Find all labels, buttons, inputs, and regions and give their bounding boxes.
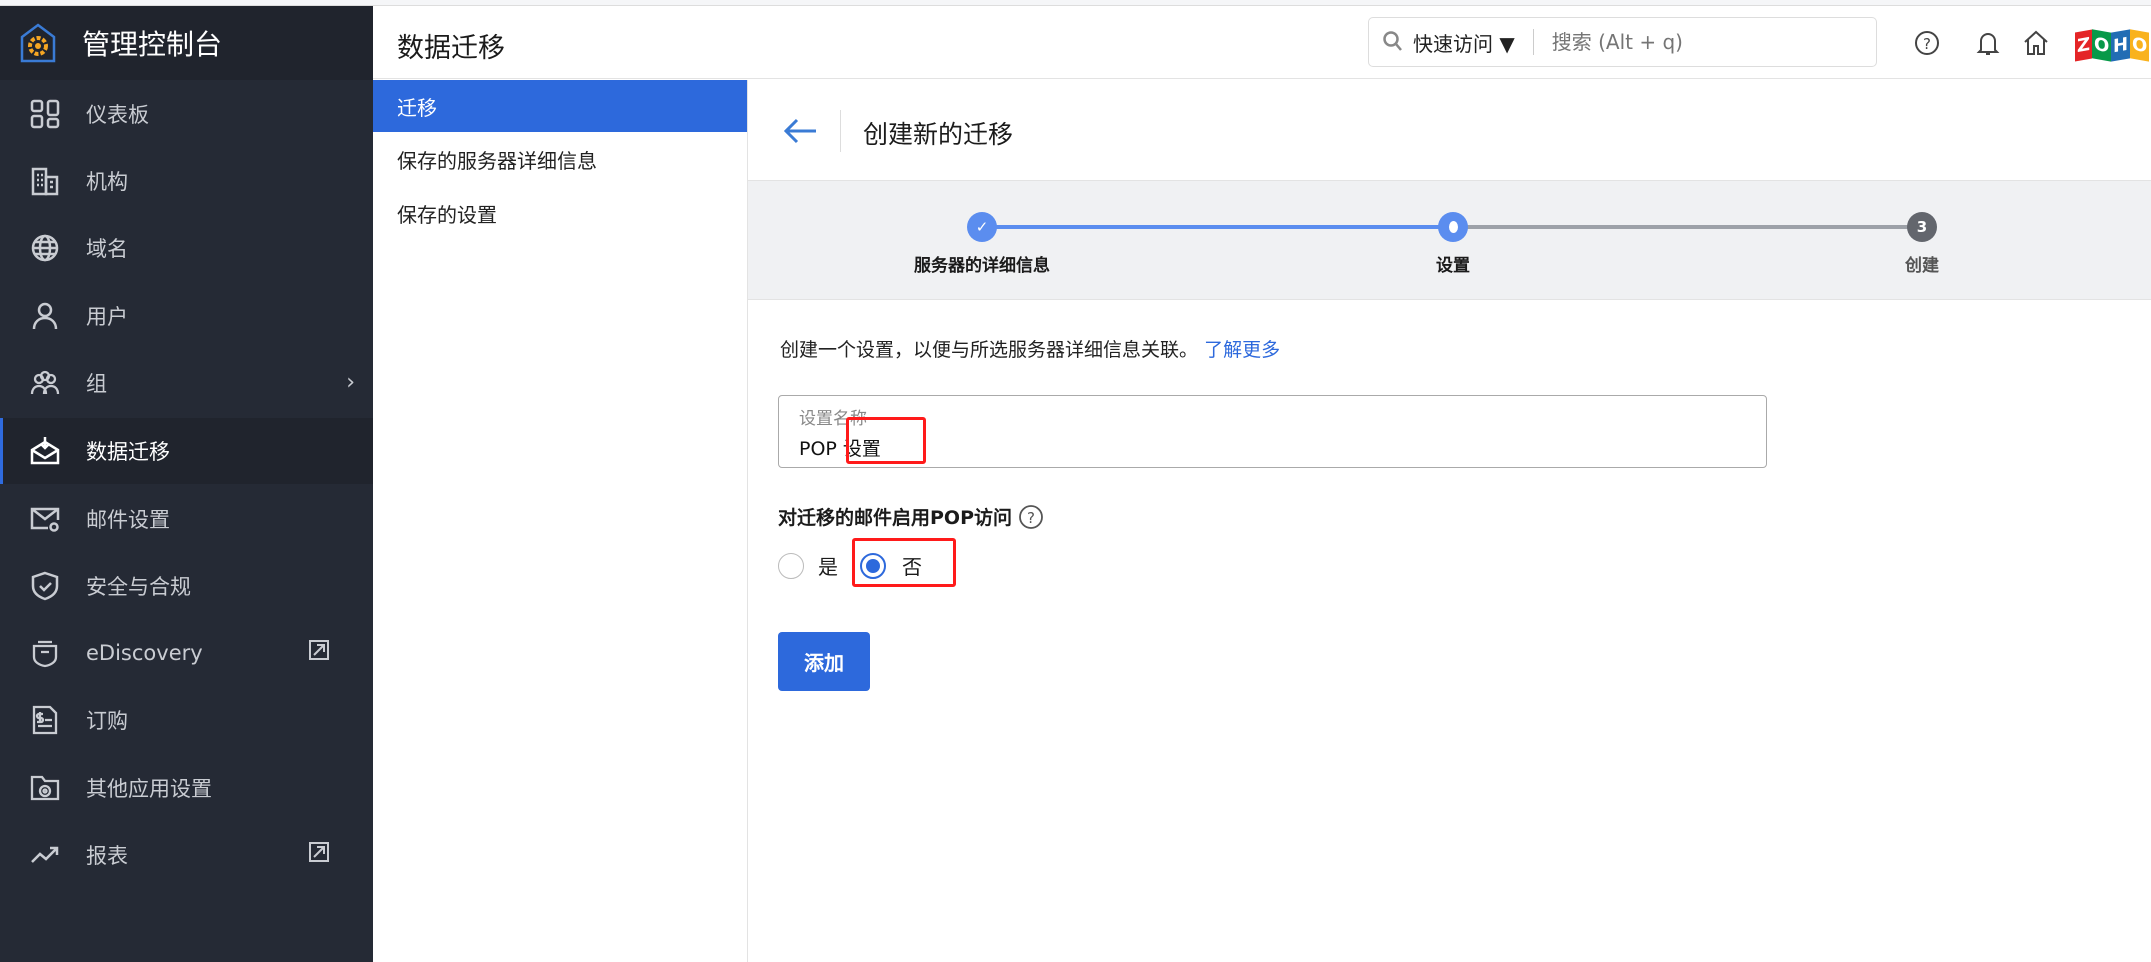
folder-gear-icon (30, 775, 60, 801)
step-line-done (982, 225, 1453, 229)
sidebar-item-label: 机构 (86, 170, 128, 194)
sidebar-item-label: 用户 (86, 305, 128, 329)
stepper: ✓ 3 服务器的详细信息 设置 创建 (748, 180, 2151, 300)
sidebar-item-label: eDiscovery (86, 641, 203, 665)
add-button[interactable]: 添加 (778, 632, 870, 691)
step-label: 服务器的详细信息 (914, 256, 1050, 276)
home-icon[interactable] (2023, 29, 2049, 57)
sidebar-item-label: 邮件设置 (86, 508, 170, 532)
highlight-box (846, 417, 926, 464)
sidebar: 管理控制台 仪表板 机构 域名 用户 组 › 数据迁移 邮件设置 安全与合规 eD… (0, 6, 373, 962)
ediscovery-icon (32, 640, 58, 668)
sidebar-item-data-migration[interactable]: 数据迁移 (0, 418, 373, 484)
quick-access-dropdown[interactable]: 快速访问 ▼ (1413, 28, 1515, 57)
radio-yes[interactable] (778, 552, 804, 579)
highlight-box (852, 538, 956, 587)
app-title: 管理控制台 (82, 28, 223, 61)
step-line-pending (1453, 225, 1922, 229)
quick-access-label: 快速访问 (1413, 31, 1493, 56)
step-check-icon: ✓ (967, 212, 997, 242)
main-content: 创建新的迁移 ✓ 3 服务器的详细信息 设置 创建 创建一个设置，以便与所选服务… (748, 80, 2151, 962)
sidebar-item-label: 安全与合规 (86, 575, 191, 599)
description-text: 创建一个设置，以便与所选服务器详细信息关联。 (780, 339, 1199, 361)
pop-access-text: 对迁移的邮件启用POP访问 (778, 507, 1013, 529)
sidebar-item-label: 仪表板 (86, 103, 149, 127)
form-title: 创建新的迁移 (863, 120, 1014, 149)
step-number: 3 (1907, 212, 1937, 242)
chevron-right-icon: › (346, 370, 355, 395)
svg-text:?: ? (1027, 509, 1035, 527)
brand: 管理控制台 (0, 6, 373, 80)
building-icon (31, 167, 59, 196)
sidebar-item-label: 组 (86, 372, 107, 396)
sidebar-item-label: 数据迁移 (86, 440, 170, 464)
svg-text:?: ? (1923, 35, 1931, 53)
external-link-icon (309, 842, 329, 862)
sidebar-item-security[interactable]: 安全与合规 (0, 553, 373, 619)
learn-more-link[interactable]: 了解更多 (1204, 339, 1280, 361)
search-input[interactable] (1551, 30, 1852, 54)
shield-icon (31, 571, 59, 601)
user-icon (32, 302, 58, 330)
sidebar-item-ediscovery[interactable]: eDiscovery (0, 620, 373, 686)
globe-icon (31, 234, 59, 262)
sidebar-item-dashboard[interactable]: 仪表板 (0, 81, 373, 147)
page-title: 数据迁移 (397, 33, 505, 64)
zoho-logo[interactable]: ZOHO (2075, 20, 2150, 70)
migration-icon (30, 437, 60, 465)
admin-logo-icon (20, 23, 56, 63)
trend-icon (31, 846, 59, 863)
sidebar-item-label: 其他应用设置 (86, 777, 212, 801)
back-arrow-icon[interactable] (784, 118, 818, 144)
bell-icon[interactable] (1976, 29, 2000, 57)
help-icon[interactable]: ? (1018, 504, 1044, 530)
billing-icon (32, 705, 58, 735)
dashboard-icon (30, 99, 60, 129)
subnav-item-saved-settings[interactable]: 保存的设置 (373, 187, 747, 239)
setting-name-field[interactable]: 设置名称 POP 设置 (778, 395, 1767, 468)
sidebar-item-other-apps[interactable]: 其他应用设置 (0, 755, 373, 821)
sidebar-item-reports[interactable]: 报表 (0, 822, 373, 888)
sidebar-item-users[interactable]: 用户 (0, 283, 373, 349)
sidebar-item-subscription[interactable]: 订购 (0, 687, 373, 753)
sub-navigation: 迁移 保存的服务器详细信息 保存的设置 (373, 80, 748, 962)
divider (840, 110, 841, 152)
step-current-indicator (1438, 212, 1468, 242)
external-link-icon (309, 640, 329, 660)
radio-yes-label: 是 (818, 555, 838, 579)
sidebar-item-label: 报表 (86, 844, 128, 868)
sidebar-item-label: 订购 (86, 709, 128, 733)
search-icon (1383, 31, 1402, 51)
sidebar-item-label: 域名 (86, 237, 128, 261)
search-bar: 快速访问 ▼ (1368, 17, 1877, 67)
step-label: 创建 (1905, 256, 1939, 276)
group-icon (30, 370, 60, 395)
subnav-item-migration[interactable]: 迁移 (373, 80, 747, 132)
divider (1532, 29, 1534, 55)
sidebar-item-mail-settings[interactable]: 邮件设置 (0, 486, 373, 552)
mail-settings-icon (30, 507, 60, 532)
sidebar-item-groups[interactable]: 组 › (0, 350, 373, 416)
header: 数据迁移 快速访问 ▼ ? ZOHO (373, 6, 2151, 79)
description: 创建一个设置，以便与所选服务器详细信息关联。 了解更多 (780, 335, 1280, 362)
sidebar-item-organization[interactable]: 机构 (0, 148, 373, 214)
sidebar-item-domains[interactable]: 域名 (0, 215, 373, 281)
pop-access-label: 对迁移的邮件启用POP访问? (778, 503, 1044, 530)
subnav-item-saved-servers[interactable]: 保存的服务器详细信息 (373, 133, 747, 185)
caret-down-icon: ▼ (1499, 31, 1515, 56)
step-label: 设置 (1436, 256, 1470, 276)
help-icon[interactable]: ? (1914, 29, 1940, 57)
